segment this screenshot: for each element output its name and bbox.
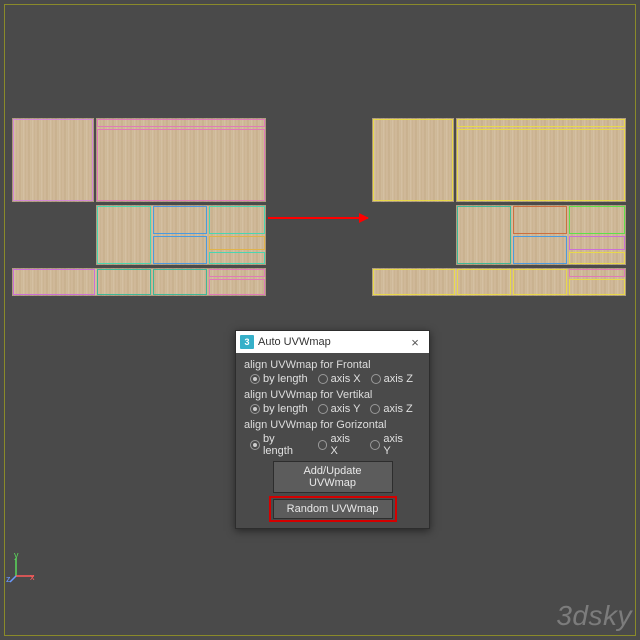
radio-label: by length [263,433,308,457]
viewport-frame [4,4,636,636]
radio-vertikal-axisy[interactable]: axis Y [318,403,361,415]
wood-panel-left-top-b [96,118,266,202]
radio-label: axis Y [383,433,413,457]
radio-label: by length [263,373,308,385]
group-label-frontal: align UVWmap for Frontal [244,359,423,371]
axis-gizmo: y x z [8,554,38,584]
radio-label: axis Z [383,403,412,415]
radio-frontal-axisz[interactable]: axis Z [371,373,413,385]
group-label-gorizontal: align UVWmap for Gorizontal [244,419,423,431]
radio-vertikal-bylength[interactable]: by length [250,403,308,415]
radio-gorizontal-axisy[interactable]: axis Y [370,433,413,457]
dialog-titlebar[interactable]: 3 Auto UVWmap × [236,331,429,353]
add-update-uvwmap-button[interactable]: Add/Update UVWmap [273,461,393,493]
radio-gorizontal-bylength[interactable]: by length [250,433,308,457]
dialog-title: Auto UVWmap [258,336,405,348]
radio-frontal-axisx[interactable]: axis X [318,373,361,385]
radio-label: axis X [330,433,360,457]
close-icon[interactable]: × [405,335,425,350]
wood-panel-left-top-a [12,118,94,202]
radio-label: axis Y [331,403,361,415]
random-uvwmap-button[interactable]: Random UVWmap [273,499,393,519]
wood-panel-left-bottom [12,268,266,296]
radio-frontal-bylength[interactable]: by length [250,373,308,385]
wood-panel-left-mid [96,205,266,265]
arrow-icon [268,217,368,219]
group-label-vertikal: align UVWmap for Vertikal [244,389,423,401]
radio-label: axis Z [384,373,413,385]
axis-y-label: y [14,550,19,560]
wood-panel-right-mid [456,205,626,265]
watermark: 3dsky [556,600,632,632]
auto-uvwmap-dialog: 3 Auto UVWmap × align UVWmap for Frontal… [235,330,430,529]
radio-vertikal-axisz[interactable]: axis Z [370,403,412,415]
wood-panel-right-top-b [456,118,626,202]
radio-label: by length [263,403,308,415]
radio-gorizontal-axisx[interactable]: axis X [318,433,361,457]
wood-panel-right-top-a [372,118,454,202]
wood-panel-right-bottom [372,268,626,296]
highlight-box: Random UVWmap [269,496,397,522]
axis-z-label: z [6,574,11,584]
app-icon: 3 [240,335,254,349]
axis-x-label: x [30,572,35,582]
radio-label: axis X [331,373,361,385]
